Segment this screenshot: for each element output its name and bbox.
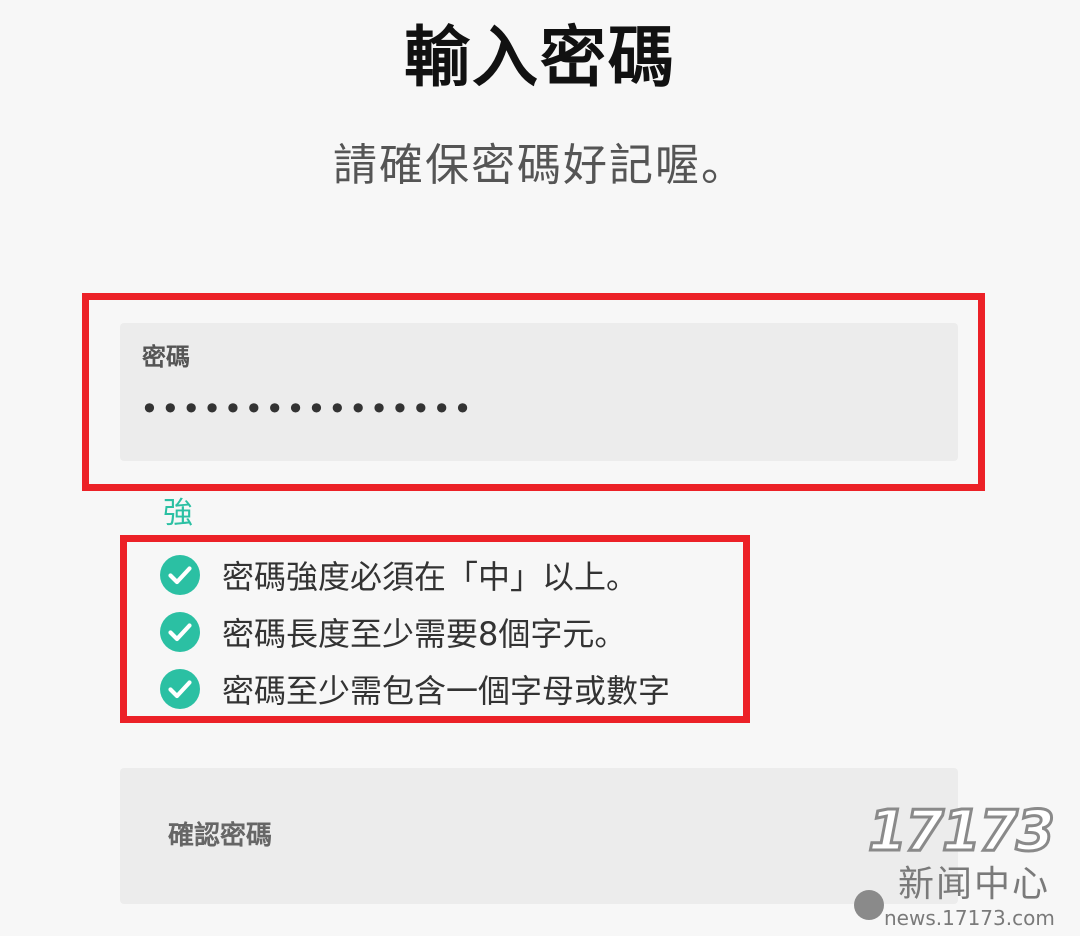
watermark-logo: 17173 新闻中心 news.17173.com [848,798,1076,932]
watermark-url: news.17173.com [884,906,1055,930]
confirm-password-label: 確認密碼 [168,821,273,851]
page-title: 輸入密碼 [404,19,676,96]
watermark-text: 新闻中心 [898,864,1051,905]
watermark-dot-icon [854,890,884,920]
watermark-digits: 17173 [867,798,1057,865]
password-strength-label: 強 [163,496,193,531]
rules-highlight-box [120,535,750,723]
confirm-password-field[interactable]: 確認密碼 [120,768,958,904]
password-highlight-box [82,293,985,491]
page-subtitle: 請確保密碼好記喔。 [333,140,747,191]
